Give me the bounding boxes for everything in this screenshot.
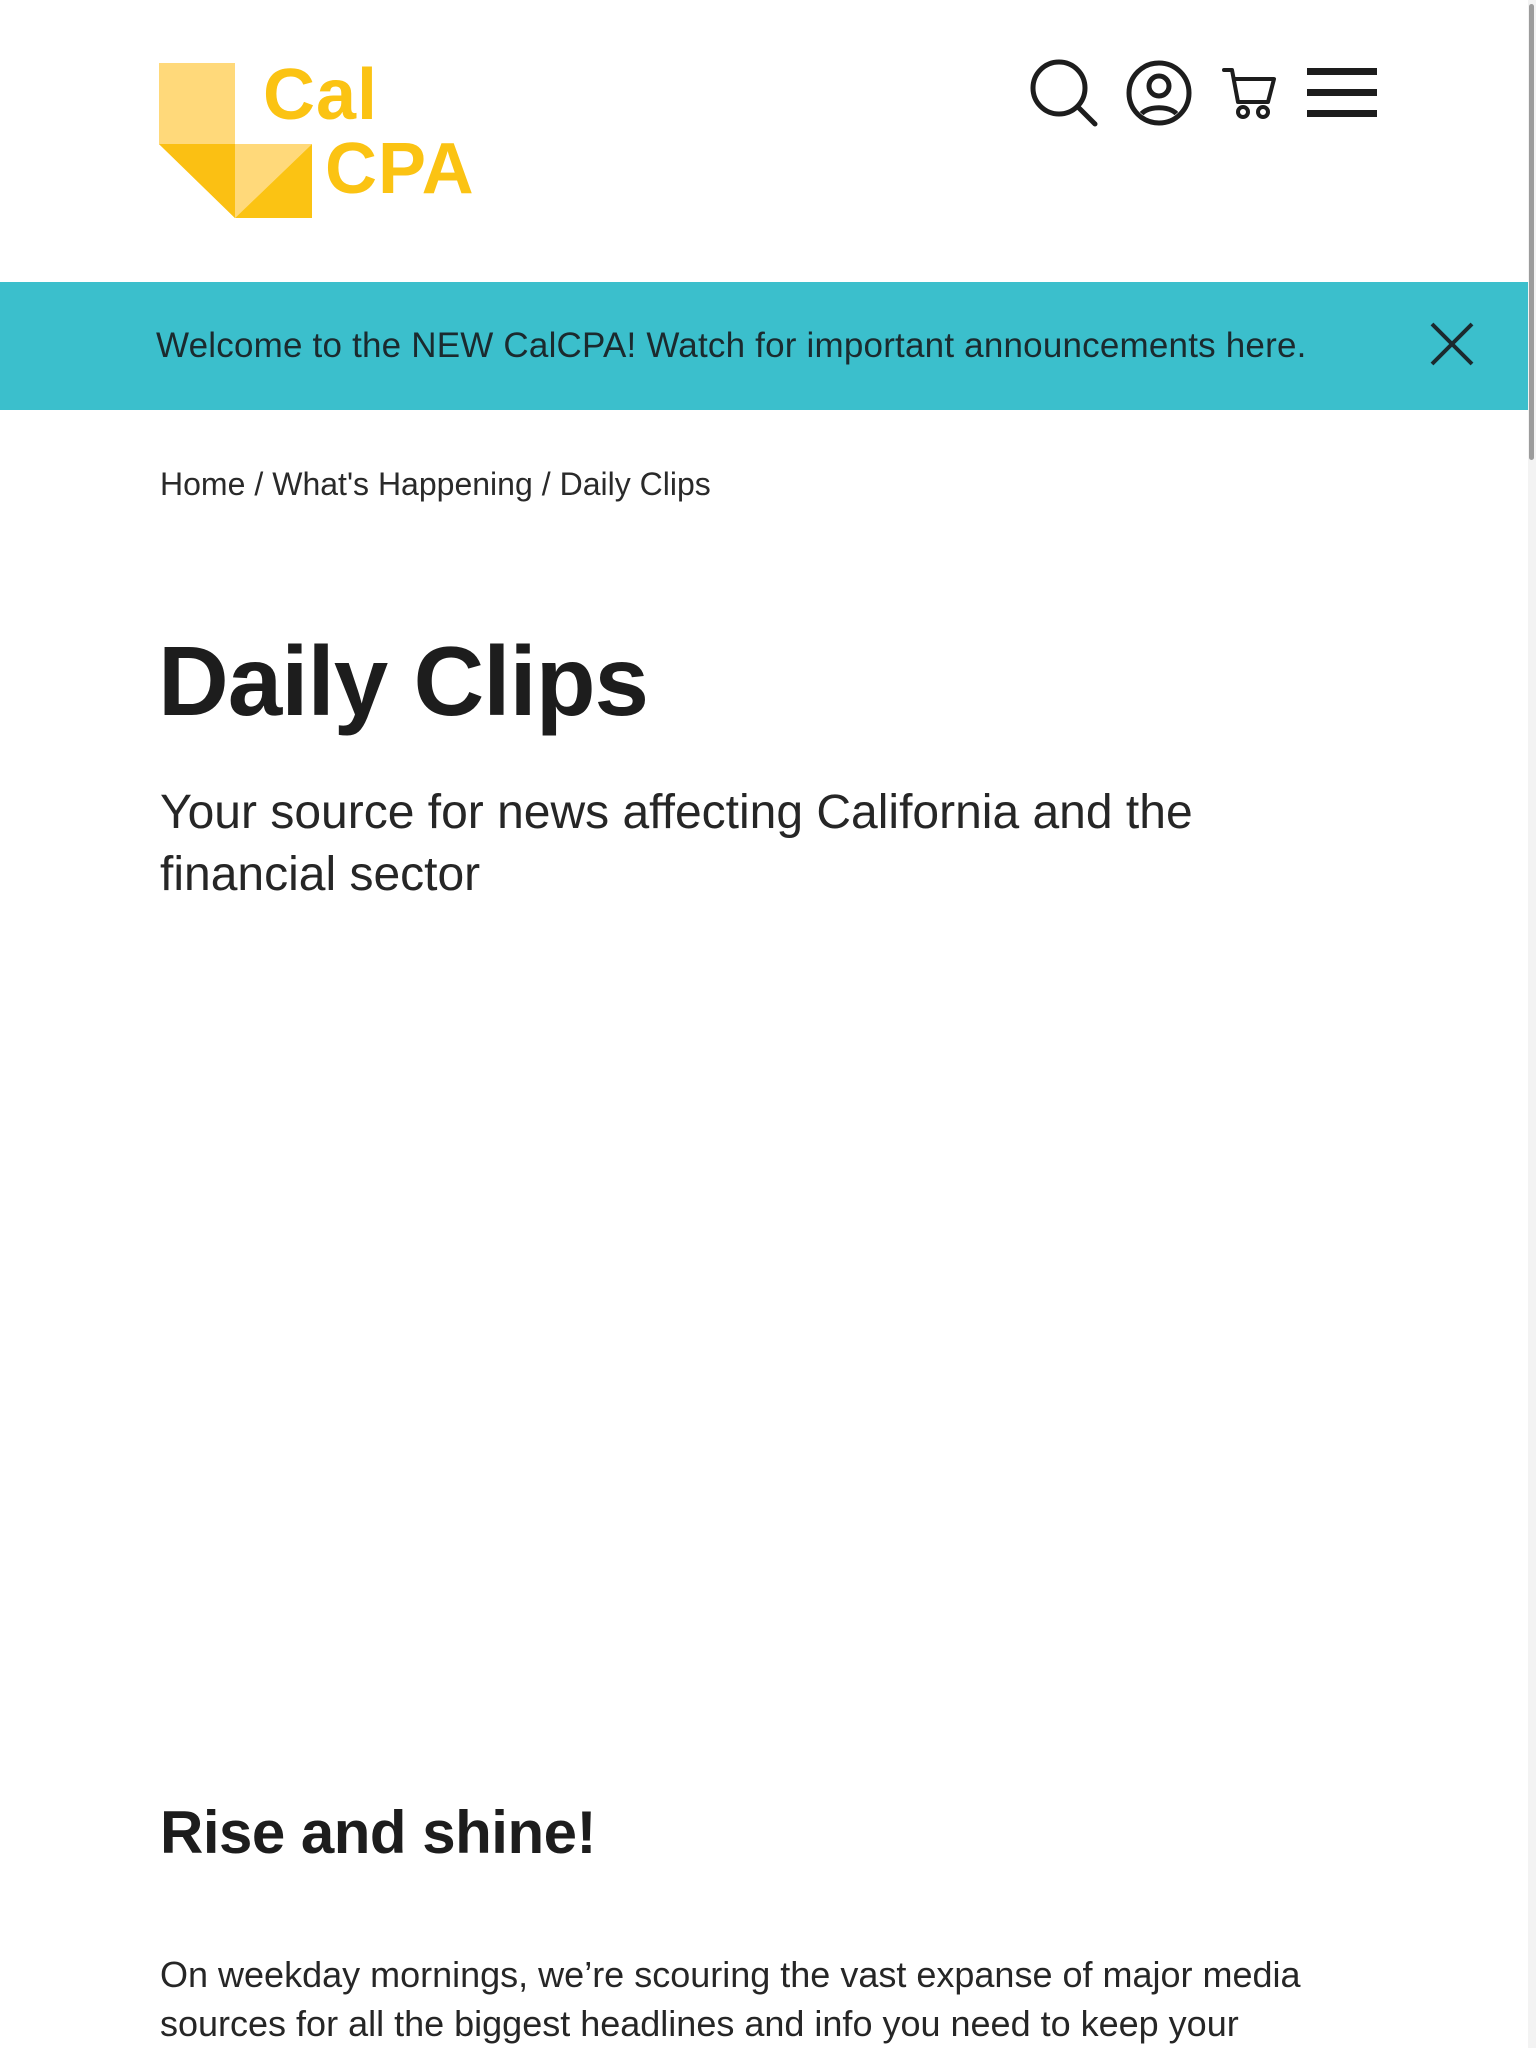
announcement-text: Welcome to the NEW CalCPA! Watch for imp… bbox=[156, 326, 1307, 365]
site-header: Cal CPA bbox=[0, 0, 1536, 282]
page-subtitle: Your source for news affecting Californi… bbox=[160, 786, 1193, 901]
announcement-banner: Welcome to the NEW CalCPA! Watch for imp… bbox=[0, 282, 1536, 410]
breadcrumb-separator: / bbox=[541, 466, 551, 502]
page-title: Daily Clips bbox=[158, 626, 649, 736]
shopping-cart-icon bbox=[1222, 68, 1276, 119]
logo-text-cpa: CPA bbox=[325, 129, 475, 209]
breadcrumb-whats-happening-link[interactable]: What's Happening bbox=[272, 466, 532, 502]
calcpa-logo[interactable]: Cal CPA bbox=[159, 55, 489, 225]
menu-button[interactable] bbox=[1306, 58, 1378, 128]
breadcrumb-home-link[interactable]: Home bbox=[160, 466, 245, 502]
breadcrumb-current: Daily Clips bbox=[559, 466, 711, 502]
close-icon bbox=[1430, 322, 1474, 366]
user-account-icon bbox=[1126, 60, 1192, 126]
cart-button[interactable] bbox=[1215, 58, 1285, 128]
section-title: Rise and shine! bbox=[160, 1799, 596, 1866]
search-icon bbox=[1030, 59, 1098, 127]
search-button[interactable] bbox=[1029, 58, 1099, 128]
breadcrumb-separator: / bbox=[254, 466, 264, 502]
breadcrumb: Home / What's Happening / Daily Clips bbox=[160, 466, 711, 503]
banner-close-button[interactable] bbox=[1424, 316, 1480, 372]
hamburger-menu-icon bbox=[1307, 68, 1377, 117]
intro-paragraph: On weekday mornings, we’re scouring the … bbox=[160, 1954, 1301, 2044]
scrollbar-thumb[interactable] bbox=[1529, 4, 1534, 460]
account-button[interactable] bbox=[1124, 58, 1194, 128]
logo-text-cal: Cal bbox=[263, 55, 379, 135]
